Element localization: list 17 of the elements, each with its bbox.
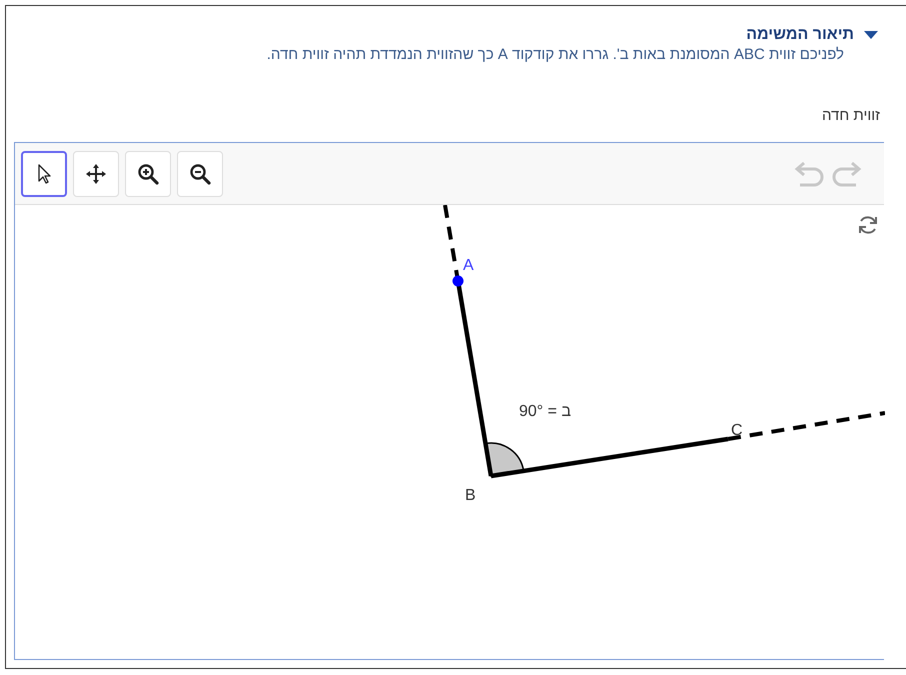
point-label: B [465,487,476,504]
angle-label: ב = 90° [519,403,572,421]
collapse-caret-icon[interactable] [864,30,878,40]
point-label: A [463,257,474,274]
move-tool-button[interactable] [73,150,119,196]
angle-arc [484,442,524,477]
zoom-in-tool-button[interactable] [125,150,171,196]
zoom-in-icon [136,162,160,186]
point-label: C [731,422,743,439]
move-arrows-icon [84,162,108,186]
point-dot[interactable] [452,276,464,286]
zoom-out-tool-button[interactable] [177,150,223,196]
task-description: לפניכם זווית ABC המסומנת באות ב'. גררו את קודקוד A כך שהזווית הנמדדת תהיה זווית חדה. [266,46,845,63]
answer-label: זווית חדה [820,106,881,124]
zoom-out-icon [188,162,212,186]
task-title: תיאור המשימה [746,26,854,44]
select-tool-button[interactable] [21,150,67,196]
